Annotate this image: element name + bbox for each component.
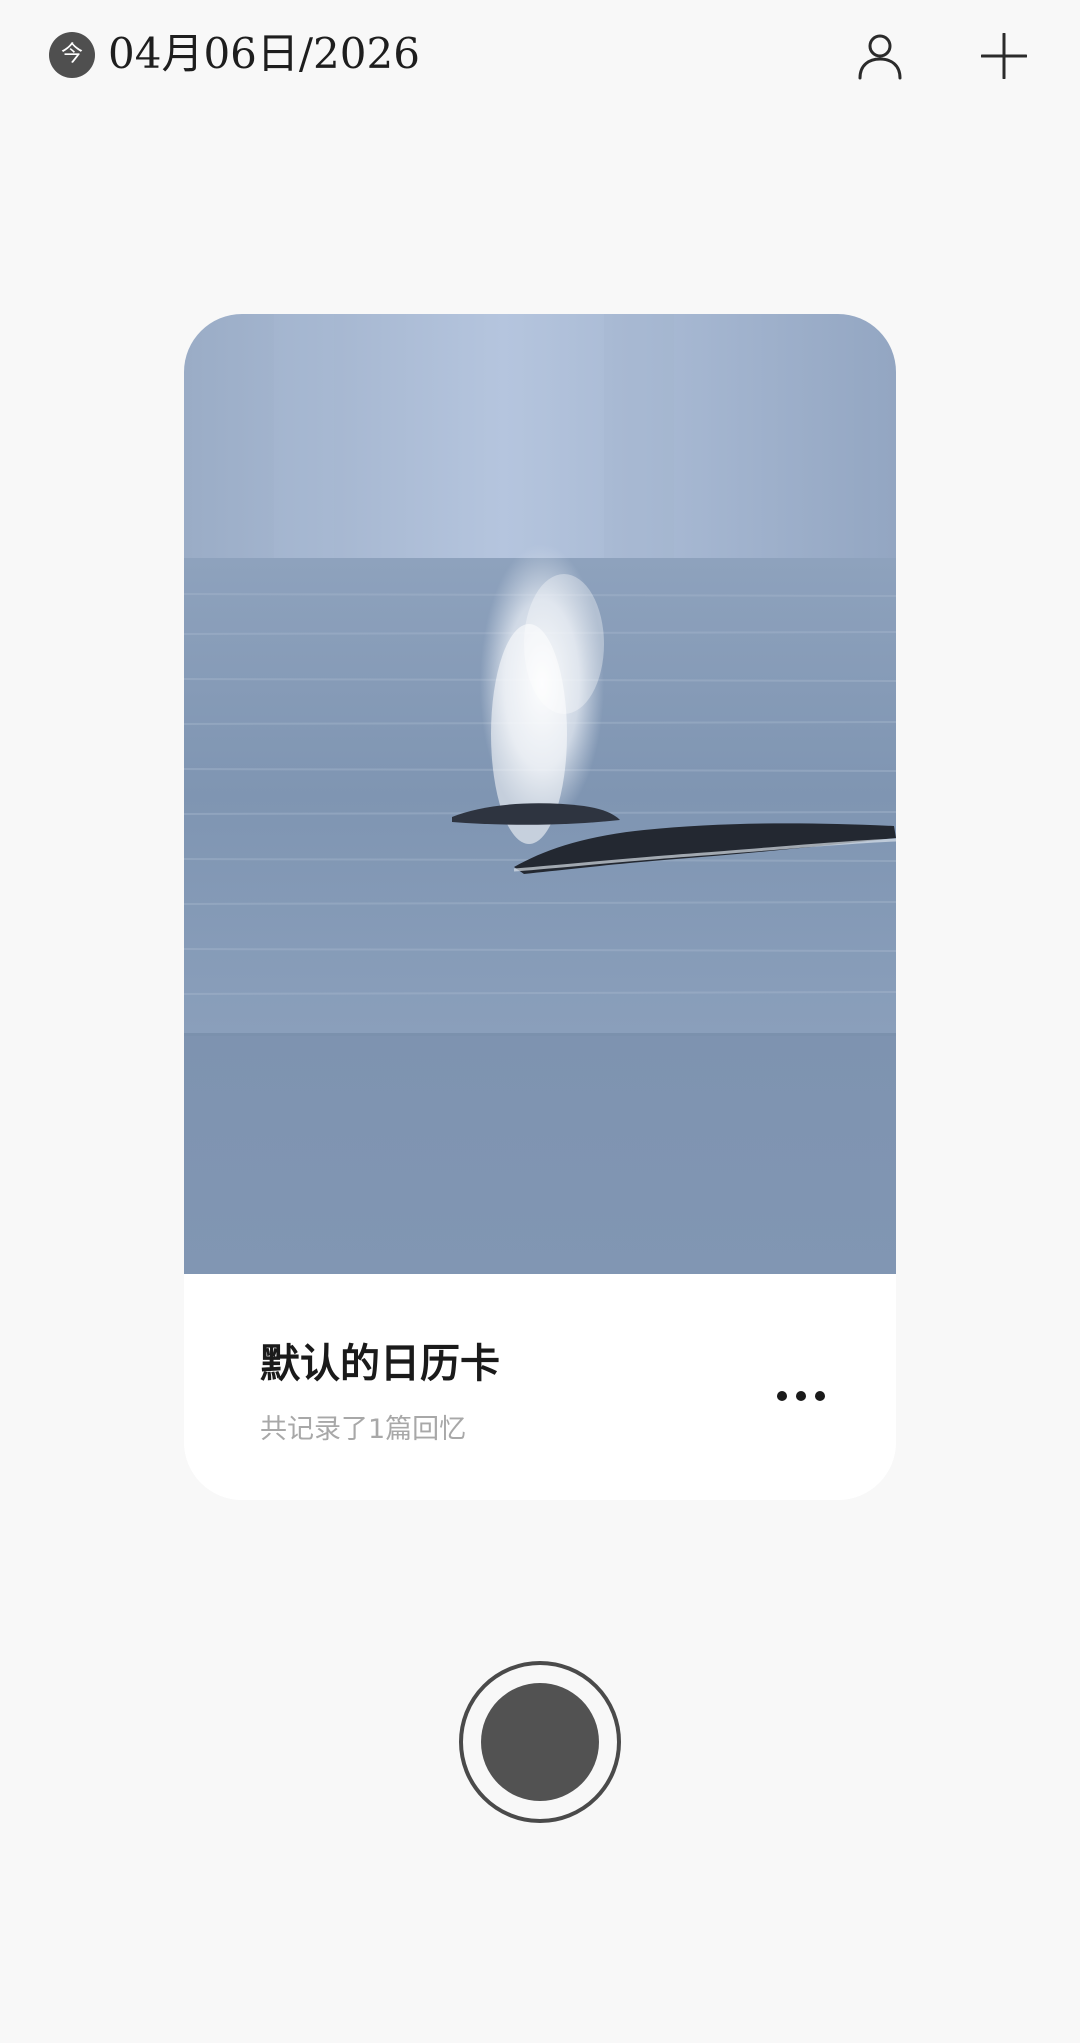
date-label[interactable]: 04月06日/2026 xyxy=(108,22,420,86)
card-info: 默认的日历卡 共记录了1篇回忆 xyxy=(184,1274,896,1500)
more-dots-icon xyxy=(777,1391,825,1401)
add-button[interactable] xyxy=(972,24,1036,88)
card-title: 默认的日历卡 xyxy=(260,1340,500,1387)
whale-spouting-photo xyxy=(184,314,896,1274)
plus-icon xyxy=(981,33,1027,79)
record-button-icon xyxy=(481,1683,599,1801)
record-button[interactable] xyxy=(459,1661,621,1823)
top-bar: 今 04月06日/2026 xyxy=(0,0,1080,110)
user-icon xyxy=(858,34,902,80)
card-memory-count: 共记录了1篇回忆 xyxy=(260,1414,467,1445)
calendar-card[interactable]: 默认的日历卡 共记录了1篇回忆 xyxy=(184,314,896,1500)
card-more-button[interactable] xyxy=(764,1364,838,1428)
today-badge[interactable]: 今 xyxy=(49,32,95,78)
profile-button[interactable] xyxy=(848,24,912,88)
